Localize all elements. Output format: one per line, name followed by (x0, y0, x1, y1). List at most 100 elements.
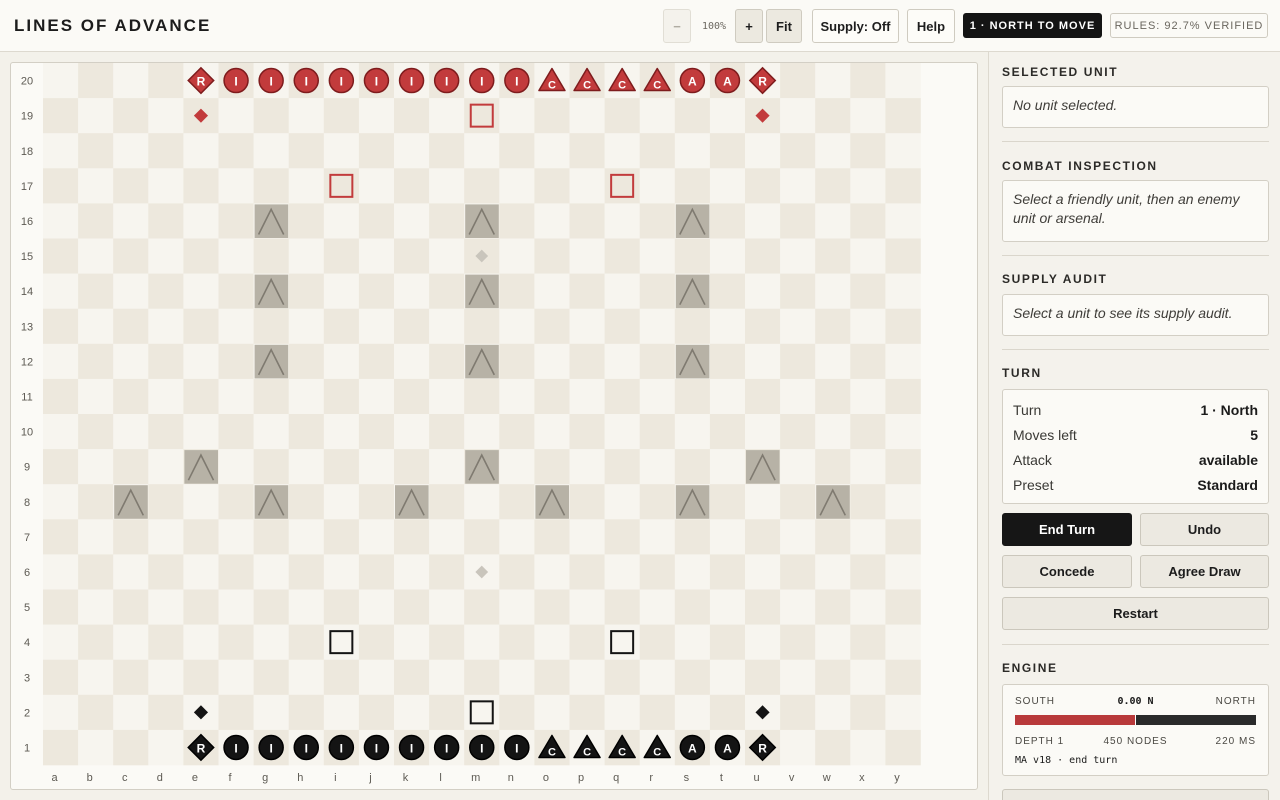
board-square-j18[interactable] (358, 133, 395, 169)
board-square-v15[interactable] (780, 238, 816, 274)
board-square-d4[interactable] (148, 624, 184, 660)
board-square-h4[interactable] (288, 624, 325, 660)
board-square-x5[interactable] (850, 589, 886, 625)
board-square-v12[interactable] (780, 343, 816, 380)
board-square-u10[interactable] (745, 414, 781, 450)
board-square-h15[interactable] (288, 238, 325, 274)
board-square-w16[interactable] (815, 203, 851, 239)
board-square-y16[interactable] (885, 203, 921, 239)
board-square-s19[interactable] (674, 98, 711, 134)
board-square-c7[interactable] (113, 519, 149, 555)
board-square-i15[interactable] (323, 238, 360, 274)
board-square-s7[interactable] (674, 519, 711, 555)
board-square-m17[interactable] (464, 168, 500, 204)
south-unit-i1[interactable]: I (328, 734, 355, 761)
board-square-l2[interactable] (429, 694, 465, 731)
board-square-c17[interactable] (113, 168, 149, 204)
board-square-k6[interactable] (394, 554, 430, 590)
board-square-o2[interactable] (534, 694, 570, 731)
board-square-n12[interactable] (499, 343, 535, 380)
board-square-x2[interactable] (850, 694, 886, 731)
board-square-c2[interactable] (113, 694, 149, 731)
board-square-m5[interactable] (464, 589, 500, 625)
board-square-f13[interactable] (218, 308, 254, 345)
board-square-s18[interactable] (674, 133, 711, 169)
board-square-y10[interactable] (885, 414, 921, 450)
board-square-l3[interactable] (429, 659, 465, 696)
board-square-r3[interactable] (639, 659, 676, 696)
board-square-e11[interactable] (183, 378, 219, 415)
board-square-o7[interactable] (534, 519, 570, 555)
board-square-f14[interactable] (218, 273, 254, 309)
board-square-q8[interactable] (604, 484, 640, 520)
board-square-o17[interactable] (534, 168, 570, 204)
board-square-d7[interactable] (148, 519, 184, 555)
board-square-c11[interactable] (113, 378, 149, 415)
board-square-n15[interactable] (499, 238, 535, 274)
board-square-d11[interactable] (148, 378, 184, 415)
board-square-k12[interactable] (394, 343, 430, 380)
board-square-o16[interactable] (534, 203, 570, 239)
board-square-r10[interactable] (639, 414, 676, 450)
board-square-w7[interactable] (815, 519, 851, 555)
board-square-h3[interactable] (288, 659, 325, 696)
board-square-e15[interactable] (183, 238, 219, 274)
board-square-b3[interactable] (78, 659, 114, 696)
board-square-k5[interactable] (394, 589, 430, 625)
south-unit-m1[interactable]: I (469, 734, 495, 761)
board-square-o15[interactable] (534, 238, 570, 274)
board-square-t19[interactable] (709, 98, 746, 134)
board-square-k4[interactable] (394, 624, 430, 660)
board-square-g18[interactable] (253, 133, 289, 169)
board-square-s5[interactable] (674, 589, 711, 625)
board-square-x8[interactable] (850, 484, 886, 520)
board-square-n18[interactable] (499, 133, 535, 169)
board-square-y15[interactable] (885, 238, 921, 274)
board-square-v8[interactable] (780, 484, 816, 520)
board-square-t9[interactable] (709, 449, 746, 485)
board-square-j6[interactable] (358, 554, 395, 590)
board-square-v4[interactable] (780, 624, 816, 660)
board-square-y14[interactable] (885, 273, 921, 309)
board-square-p5[interactable] (569, 589, 605, 625)
board-square-o5[interactable] (534, 589, 570, 625)
board-square-n19[interactable] (499, 98, 535, 134)
board-square-c20[interactable] (113, 63, 149, 99)
board-square-q17[interactable] (604, 168, 640, 204)
board-square-q5[interactable] (604, 589, 640, 625)
board-square-p6[interactable] (569, 554, 605, 590)
board-square-k2[interactable] (394, 694, 430, 731)
board-square-a18[interactable] (43, 133, 79, 169)
board-square-a15[interactable] (43, 238, 79, 274)
board-square-x9[interactable] (850, 449, 886, 485)
board-square-q6[interactable] (604, 554, 640, 590)
board-square-a19[interactable] (43, 98, 79, 134)
board-square-x7[interactable] (850, 519, 886, 555)
board-square-e5[interactable] (183, 589, 219, 625)
board-square-w19[interactable] (815, 98, 851, 134)
board-square-t13[interactable] (709, 308, 746, 345)
board-square-q2[interactable] (604, 694, 640, 731)
board-square-x4[interactable] (850, 624, 886, 660)
board-square-k19[interactable] (394, 98, 430, 134)
board-square-o14[interactable] (534, 273, 570, 309)
south-unit-h1[interactable]: I (293, 734, 319, 761)
board-square-l13[interactable] (429, 308, 465, 345)
board-square-g3[interactable] (253, 659, 289, 696)
board-square-v2[interactable] (780, 694, 816, 731)
board-square-n4[interactable] (499, 624, 535, 660)
board-square-e4[interactable] (183, 624, 219, 660)
board-square-v7[interactable] (780, 519, 816, 555)
board-square-x17[interactable] (850, 168, 886, 204)
board-square-h13[interactable] (288, 308, 325, 345)
board-square-g5[interactable] (253, 589, 289, 625)
board-square-v20[interactable] (780, 63, 816, 99)
board-square-s15[interactable] (674, 238, 711, 274)
board-square-j4[interactable] (358, 624, 395, 660)
south-unit-n1[interactable]: I (504, 734, 530, 761)
board-square-m3[interactable] (464, 659, 500, 696)
board-square-u17[interactable] (745, 168, 781, 204)
board-square-b4[interactable] (78, 624, 114, 660)
help-button[interactable]: Help (907, 9, 955, 43)
board-square-p11[interactable] (569, 378, 605, 415)
